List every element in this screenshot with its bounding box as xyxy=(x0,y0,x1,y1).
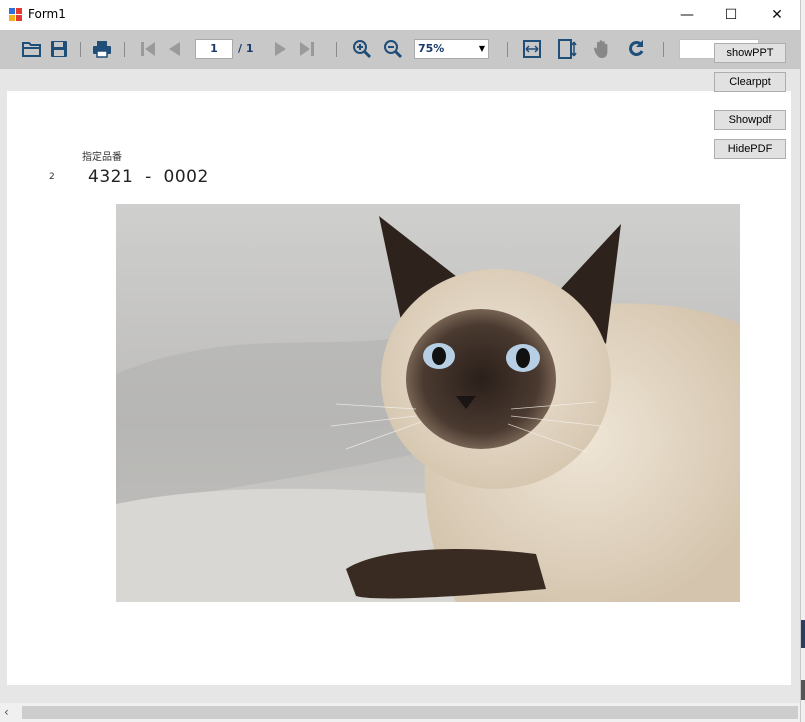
window-title: Form1 xyxy=(28,7,66,21)
toolbar-separator xyxy=(336,42,337,57)
print-icon[interactable] xyxy=(91,38,113,60)
toolbar-separator xyxy=(124,42,125,57)
toolbar-separator xyxy=(663,42,664,57)
form-app-icon xyxy=(9,8,22,21)
scroll-left-arrow-icon[interactable]: ‹ xyxy=(4,705,9,719)
fit-page-icon[interactable] xyxy=(556,38,578,60)
fit-width-icon[interactable] xyxy=(521,38,543,60)
page-total-label: / 1 xyxy=(238,42,254,55)
previous-page-icon[interactable] xyxy=(163,38,185,60)
horizontal-scrollbar[interactable]: ‹ xyxy=(0,703,800,722)
background-window-edge xyxy=(801,620,805,648)
scrollbar-thumb[interactable] xyxy=(22,706,798,719)
toolbar-separator xyxy=(507,42,508,57)
next-page-icon[interactable] xyxy=(270,38,292,60)
dropdown-arrow-icon: ▼ xyxy=(478,44,485,53)
first-page-icon[interactable] xyxy=(137,38,159,60)
background-window-edge xyxy=(801,680,805,700)
rotate-icon[interactable] xyxy=(626,38,648,60)
hand-tool-icon[interactable] xyxy=(591,38,613,60)
window-right-edge xyxy=(800,0,805,722)
open-folder-icon[interactable] xyxy=(21,38,43,60)
row-number: 2 xyxy=(49,172,55,182)
clear-ppt-button[interactable]: Clearppt xyxy=(714,72,786,92)
page-number-input[interactable]: 1 xyxy=(195,39,233,59)
maximize-button[interactable]: ☐ xyxy=(708,0,754,30)
toolbar-separator xyxy=(80,42,81,57)
show-ppt-button[interactable]: showPPT xyxy=(714,43,786,63)
zoom-select[interactable]: 75% ▼ xyxy=(414,39,489,59)
zoom-out-icon[interactable] xyxy=(382,38,404,60)
zoom-in-icon[interactable] xyxy=(351,38,373,60)
siamese-cat-photo xyxy=(116,204,740,602)
close-button[interactable]: ✕ xyxy=(754,0,800,30)
save-icon[interactable] xyxy=(48,38,70,60)
hide-pdf-button[interactable]: HidePDF xyxy=(714,139,786,159)
title-bar: Form1 — ☐ ✕ xyxy=(0,0,805,30)
pdf-toolbar: 1 / 1 75% ▼ xyxy=(0,30,800,69)
part-label: 指定品番 xyxy=(82,152,122,163)
show-pdf-button[interactable]: Showpdf xyxy=(714,110,786,130)
last-page-icon[interactable] xyxy=(296,38,318,60)
part-number: 4321 - 0002 xyxy=(88,167,209,187)
minimize-button[interactable]: — xyxy=(664,0,710,30)
zoom-value: 75% xyxy=(418,42,445,55)
